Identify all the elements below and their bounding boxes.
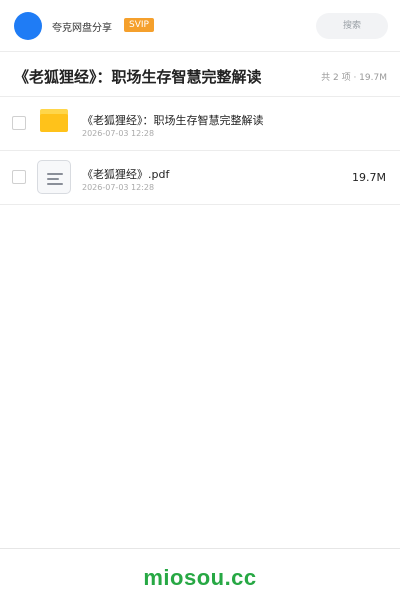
footer: miosou.cc (0, 548, 400, 600)
folder-icon (40, 109, 68, 132)
site-watermark: miosou.cc (143, 565, 257, 590)
search-input[interactable]: 搜索 (316, 13, 388, 39)
svip-badge[interactable]: SVIP (124, 18, 154, 32)
file-date: 2026-07-03 12:28 (82, 129, 155, 138)
select-checkbox[interactable] (12, 170, 26, 184)
file-row[interactable]: 《老狐狸经》.pdf 2026-07-03 12:28 19.7M (0, 151, 400, 205)
select-checkbox[interactable] (12, 116, 26, 130)
file-date: 2026-07-03 12:28 (82, 183, 155, 192)
file-row[interactable]: 《老狐狸经》：职场生存智慧完整解读 2026-07-03 12:28 (0, 97, 400, 151)
page-title: 《老狐狸经》：职场生存智慧完整解读 (14, 68, 262, 86)
avatar[interactable] (14, 12, 42, 40)
document-icon (37, 160, 71, 194)
file-name[interactable]: 《老狐狸经》.pdf (82, 166, 169, 182)
file-size: 19.7M (352, 171, 386, 184)
file-name[interactable]: 《老狐狸经》：职场生存智慧完整解读 (82, 112, 264, 128)
item-summary: 共 2 项 · 19.7M (321, 73, 387, 83)
top-bar: 夸克网盘分享 SVIP 搜索 (0, 0, 400, 52)
share-header: 《老狐狸经》：职场生存智慧完整解读 共 2 项 · 19.7M (0, 53, 400, 97)
brand-name: 夸克网盘分享 (52, 23, 112, 34)
